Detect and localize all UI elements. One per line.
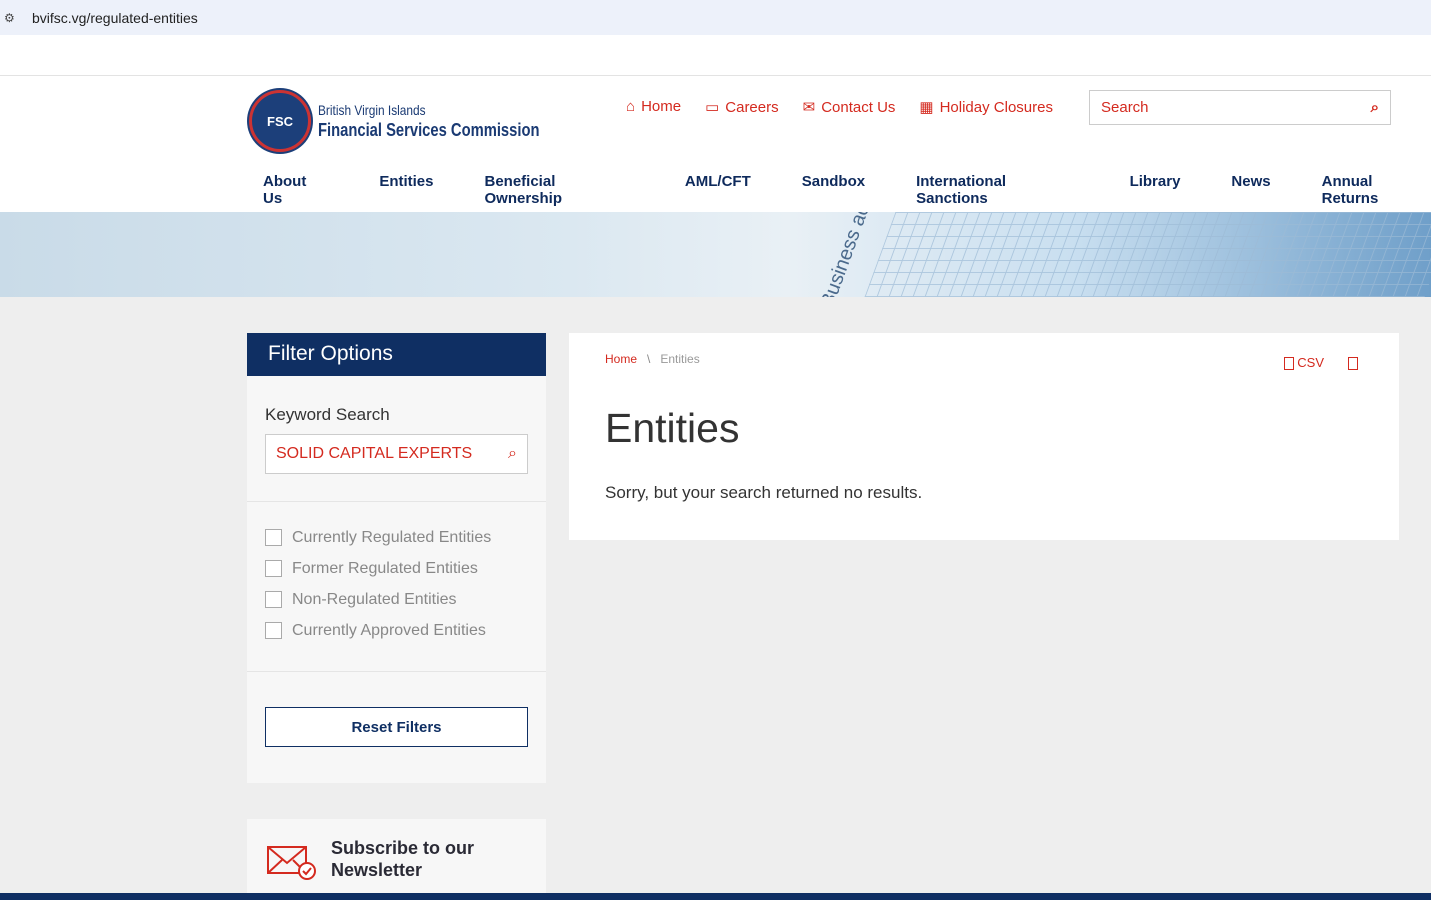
- logo-line1: British Virgin Islands: [318, 101, 426, 118]
- checkbox-currently-regulated[interactable]: Currently Regulated Entities: [265, 522, 491, 553]
- csv-icon: [1284, 357, 1295, 371]
- main-nav: About Us Entities Beneficial Ownership A…: [263, 173, 1431, 207]
- search-icon[interactable]: ⌕: [1371, 99, 1379, 116]
- site-info-icon[interactable]: ⚙: [4, 11, 20, 25]
- page-title: Entities: [605, 405, 740, 451]
- filter-panel: Filter Options Keyword Search SOLID CAPI…: [247, 333, 546, 783]
- search-input[interactable]: Search ⌕: [1089, 90, 1391, 125]
- nav-sandbox[interactable]: Sandbox: [802, 173, 865, 207]
- keyword-input[interactable]: SOLID CAPITAL EXPERTS ⌕: [265, 434, 528, 474]
- top-link-holiday[interactable]: ▦ Holiday Closures: [919, 98, 1053, 116]
- nav-news[interactable]: News: [1231, 173, 1270, 207]
- nav-about[interactable]: About Us: [263, 173, 328, 207]
- nav-sanctions[interactable]: International Sanctions: [916, 173, 1078, 207]
- print-button[interactable]: [1348, 355, 1361, 371]
- filter-title: Filter Options: [247, 333, 546, 376]
- nav-beneficial-ownership[interactable]: Beneficial Ownership: [485, 173, 634, 207]
- csv-export-button[interactable]: CSV: [1284, 355, 1324, 371]
- breadcrumb: Home \ Entities: [605, 352, 700, 366]
- keyword-label: Keyword Search: [265, 405, 390, 424]
- newsletter-box: Subscribe to our Newsletter: [247, 819, 546, 899]
- checkbox-former-regulated[interactable]: Former Regulated Entities: [265, 553, 491, 584]
- newsletter-title-2: Newsletter: [331, 860, 423, 880]
- mail-check-icon: [267, 846, 316, 880]
- top-links: ⌂ Home ▭ Careers ✉ Contact Us ▦ Holiday Clos…: [626, 98, 1053, 116]
- checkbox-currently-approved[interactable]: Currently Approved Entities: [265, 615, 491, 646]
- calendar-icon: ▦: [919, 99, 934, 116]
- fsc-seal: FSC: [249, 90, 311, 152]
- url-text[interactable]: bvifsc.vg/regulated-entities: [32, 10, 198, 26]
- footer-bar: [0, 893, 1431, 900]
- nav-library[interactable]: Library: [1130, 173, 1181, 207]
- logo-line2: Financial Services Commission: [318, 119, 540, 140]
- no-results-message: Sorry, but your search returned no resul…: [605, 483, 923, 502]
- nav-aml-cft[interactable]: AML/CFT: [685, 173, 751, 207]
- search-placeholder: Search: [1101, 99, 1149, 116]
- hero-banner: Business act: [0, 212, 1431, 297]
- top-link-home[interactable]: ⌂ Home: [626, 98, 681, 116]
- results-panel: Home \ Entities CSV Entities Sorry, but yo…: [569, 333, 1399, 540]
- spacer: [0, 35, 1431, 76]
- top-link-careers[interactable]: ▭ Careers: [705, 98, 779, 116]
- top-link-contact[interactable]: ✉ Contact Us: [803, 98, 896, 116]
- print-icon: [1348, 357, 1358, 371]
- nav-entities[interactable]: Entities: [379, 173, 433, 207]
- site-header: FSC British Virgin Islands Financial Serv…: [0, 76, 1431, 212]
- newsletter-title-1: Subscribe to our: [331, 838, 475, 858]
- search-icon[interactable]: ⌕: [508, 445, 517, 463]
- checkbox-non-regulated[interactable]: Non-Regulated Entities: [265, 584, 491, 615]
- address-bar[interactable]: ⚙ bvifsc.vg/regulated-entities: [0, 0, 1431, 35]
- mail-icon: ✉: [802, 99, 816, 116]
- briefcase-icon: ▭: [705, 99, 720, 116]
- breadcrumb-current: Entities: [660, 352, 700, 366]
- nav-annual-returns[interactable]: Annual Returns: [1322, 173, 1431, 207]
- breadcrumb-home[interactable]: Home: [605, 352, 637, 366]
- logo[interactable]: FSC British Virgin Islands Financial Serv…: [249, 90, 588, 152]
- reset-filters-button[interactable]: Reset Filters: [265, 707, 528, 747]
- home-icon: ⌂: [626, 98, 636, 115]
